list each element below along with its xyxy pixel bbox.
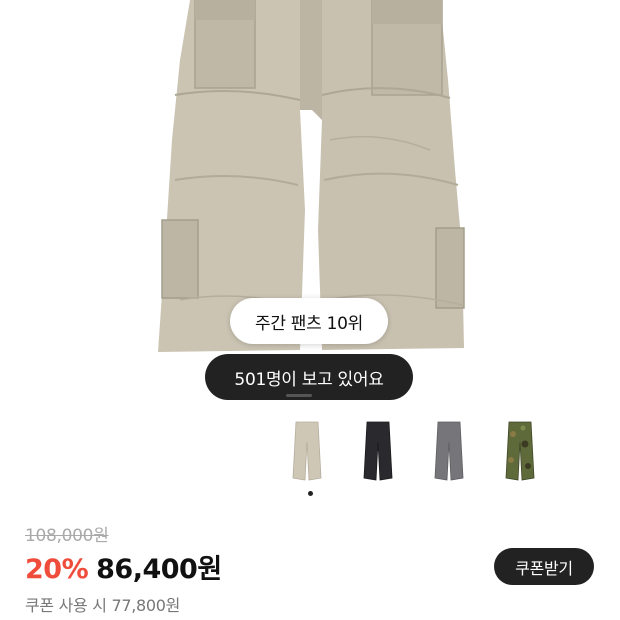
camo-cargo-pants-icon <box>505 421 535 481</box>
color-option-beige[interactable] <box>290 420 324 482</box>
color-option-black[interactable] <box>361 420 395 482</box>
color-option-gray[interactable] <box>432 420 466 482</box>
original-price: 108,000원 <box>25 526 109 546</box>
color-option-camo[interactable] <box>503 420 537 482</box>
beige-cargo-pants-icon <box>292 421 322 481</box>
get-coupon-button[interactable]: 쿠폰받기 <box>494 548 594 585</box>
weekly-rank-badge: 주간 팬츠 10위 <box>230 298 388 344</box>
thumbnail-page-dot <box>308 491 313 496</box>
black-cargo-pants-icon <box>363 421 393 481</box>
sale-price: 86,400원 <box>96 554 222 585</box>
price-row: 20% 86,400원 <box>25 547 222 586</box>
gray-cargo-pants-icon <box>434 421 464 481</box>
color-option-list <box>290 420 537 482</box>
discount-rate: 20% <box>25 554 89 585</box>
image-slide-indicator <box>286 394 312 397</box>
coupon-applied-price: 쿠폰 사용 시 77,800원 <box>25 596 181 615</box>
